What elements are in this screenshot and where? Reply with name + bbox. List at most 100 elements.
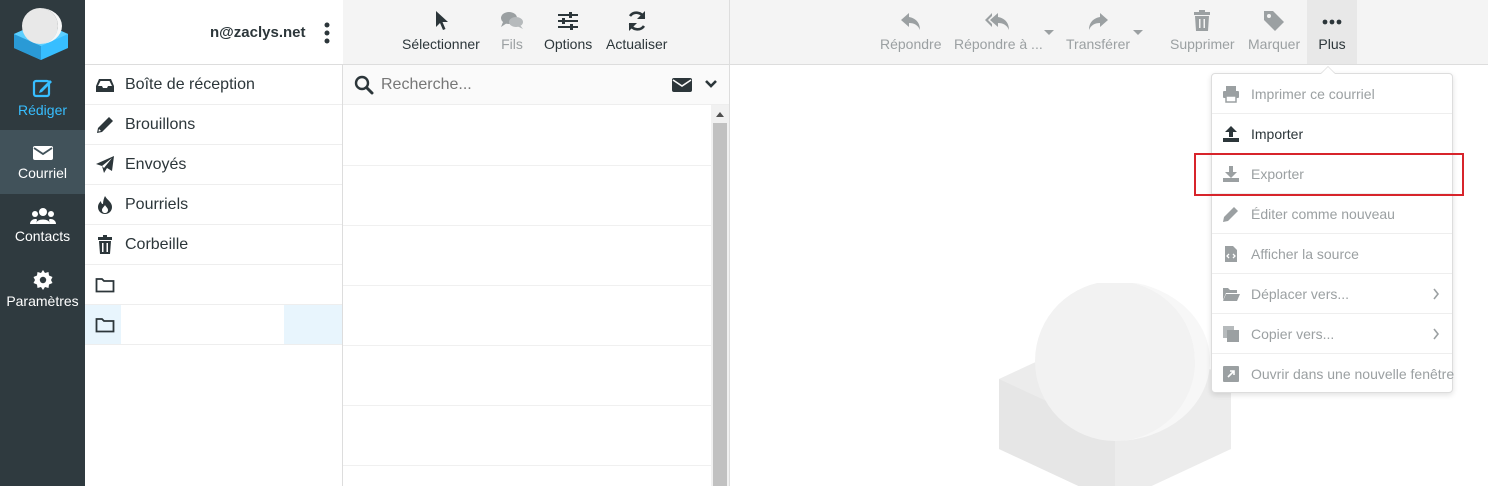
more-label: Plus bbox=[1318, 36, 1346, 52]
select-button[interactable]: Sélectionner bbox=[402, 10, 480, 52]
compose-icon bbox=[32, 79, 52, 98]
upload-icon bbox=[1223, 125, 1239, 142]
menu-item-open-new-window[interactable]: Ouvrir dans une nouvelle fenêtre bbox=[1212, 354, 1455, 394]
vertical-dots-icon[interactable] bbox=[322, 21, 332, 45]
refresh-button[interactable]: Actualiser bbox=[606, 10, 667, 52]
horizontal-dots-icon bbox=[1322, 19, 1342, 25]
reply-button[interactable]: Répondre bbox=[880, 10, 942, 52]
menu-item-label: Copier vers... bbox=[1251, 325, 1335, 342]
nav-compose[interactable]: Rédiger bbox=[0, 65, 85, 129]
forward-dropdown-caret[interactable] bbox=[1133, 30, 1143, 35]
folder-icon bbox=[95, 277, 115, 292]
account-header: n@zaclys.net bbox=[85, 0, 343, 65]
reply-all-button[interactable]: Répondre à ... bbox=[954, 10, 1043, 52]
forward-label: Transférer bbox=[1066, 36, 1131, 52]
refresh-label: Actualiser bbox=[606, 36, 668, 52]
nav-mail[interactable]: Courriel bbox=[0, 130, 85, 194]
users-icon bbox=[29, 208, 56, 224]
menu-item-label: Ouvrir dans une nouvelle fenêtre bbox=[1251, 366, 1455, 382]
trash-icon bbox=[1194, 10, 1211, 31]
menu-item-label: Déplacer vers... bbox=[1251, 285, 1350, 302]
folder-sent[interactable]: Envoyés bbox=[85, 145, 342, 185]
folder-open-icon bbox=[1223, 287, 1240, 301]
comments-icon bbox=[501, 12, 523, 29]
menu-item-edit-as-new[interactable]: Éditer comme nouveau bbox=[1212, 194, 1452, 234]
folder-inbox[interactable]: Boîte de réception bbox=[85, 65, 342, 105]
list-scrollbar[interactable] bbox=[711, 105, 729, 486]
chevron-right-icon bbox=[1433, 328, 1440, 340]
message-toolbar: Répondre Répondre à ... Transférer Suppr… bbox=[730, 0, 1488, 65]
reply-icon bbox=[900, 13, 920, 30]
nav-compose-label: Rédiger bbox=[17, 102, 68, 118]
forward-button[interactable]: Transférer bbox=[1066, 10, 1130, 52]
scroll-up-arrow-icon[interactable] bbox=[715, 111, 725, 118]
delete-label: Supprimer bbox=[1170, 36, 1235, 52]
select-label: Sélectionner bbox=[402, 36, 480, 52]
more-button[interactable]: Plus bbox=[1307, 0, 1357, 64]
list-row-divider bbox=[343, 165, 711, 166]
chevron-down-icon[interactable] bbox=[705, 80, 717, 89]
gear-icon bbox=[33, 270, 52, 290]
tag-icon bbox=[1264, 11, 1285, 31]
more-actions-menu: Imprimer ce courriel Importer Exporter É… bbox=[1211, 73, 1455, 394]
nav-mail-label: Courriel bbox=[17, 165, 67, 181]
menu-item-label: Exporter bbox=[1251, 165, 1304, 182]
search-input[interactable] bbox=[381, 74, 661, 96]
envelope-icon[interactable] bbox=[672, 78, 692, 92]
menu-item-label: Imprimer ce courriel bbox=[1251, 85, 1375, 102]
file-code-icon bbox=[1225, 245, 1237, 262]
threads-button[interactable]: Fils bbox=[500, 10, 524, 52]
refresh-icon bbox=[628, 11, 645, 31]
menu-item-view-source[interactable]: Afficher la source bbox=[1212, 234, 1452, 274]
options-button[interactable]: Options bbox=[544, 10, 592, 52]
forward-icon bbox=[1089, 13, 1109, 30]
trash-icon bbox=[98, 234, 112, 254]
menu-item-copy-to[interactable]: Copier vers... bbox=[1212, 314, 1452, 354]
menu-item-import[interactable]: Importer bbox=[1212, 114, 1452, 154]
cursor-pointer-icon bbox=[435, 11, 448, 30]
nav-contacts[interactable]: Contacts bbox=[0, 195, 85, 259]
menu-item-export[interactable]: Exporter bbox=[1212, 154, 1452, 194]
account-name: n@zaclys.net bbox=[210, 24, 306, 41]
folder-junk[interactable]: Pourriels bbox=[85, 185, 342, 225]
list-row-divider bbox=[343, 405, 711, 406]
folder-drafts[interactable]: Brouillons bbox=[85, 105, 342, 145]
search-icon[interactable] bbox=[354, 75, 374, 95]
search-bar bbox=[343, 65, 729, 105]
menu-item-move-to[interactable]: Déplacer vers... bbox=[1212, 274, 1452, 314]
threads-label: Fils bbox=[501, 36, 523, 52]
external-window-icon bbox=[1223, 366, 1239, 382]
folder-label: Pourriels bbox=[125, 195, 189, 213]
mark-button[interactable]: Marquer bbox=[1248, 10, 1300, 52]
reply-all-label: Répondre à ... bbox=[954, 36, 1043, 52]
nav-settings[interactable]: Paramètres bbox=[0, 260, 85, 324]
scrollbar-thumb[interactable] bbox=[713, 123, 727, 486]
list-row-divider bbox=[343, 465, 711, 466]
folder-trash[interactable]: Corbeille bbox=[85, 225, 342, 265]
redacted-username bbox=[98, 14, 214, 48]
options-label: Options bbox=[544, 36, 593, 52]
message-list-pane: Sélectionner Fils Options Actualiser Rec… bbox=[343, 0, 730, 486]
pencil-icon bbox=[1223, 206, 1238, 222]
nav-settings-label: Paramètres bbox=[6, 293, 79, 309]
menu-item-label: Éditer comme nouveau bbox=[1251, 205, 1395, 222]
list-row-divider bbox=[343, 285, 711, 286]
folder-custom-2[interactable] bbox=[85, 305, 342, 345]
reply-all-dropdown-caret[interactable] bbox=[1044, 30, 1054, 35]
menu-item-print[interactable]: Imprimer ce courriel bbox=[1212, 74, 1452, 114]
roundcube-logo[interactable] bbox=[10, 4, 72, 62]
selection-highlight bbox=[284, 305, 342, 344]
envelope-icon bbox=[32, 146, 53, 160]
delete-button[interactable]: Supprimer bbox=[1170, 10, 1235, 52]
menu-pointer-inner bbox=[1321, 67, 1335, 74]
sliders-icon bbox=[558, 12, 579, 30]
printer-icon bbox=[1223, 85, 1239, 103]
folder-pane: n@zaclys.net Boîte de réception Brouillo… bbox=[85, 0, 343, 486]
folder-custom-1[interactable] bbox=[85, 265, 342, 305]
menu-item-label: Importer bbox=[1251, 125, 1304, 142]
list-row-divider bbox=[343, 225, 711, 226]
list-row-divider bbox=[343, 345, 711, 346]
folder-label: Boîte de réception bbox=[125, 75, 255, 93]
nav-contacts-label: Contacts bbox=[14, 228, 71, 244]
inbox-icon bbox=[96, 78, 114, 92]
